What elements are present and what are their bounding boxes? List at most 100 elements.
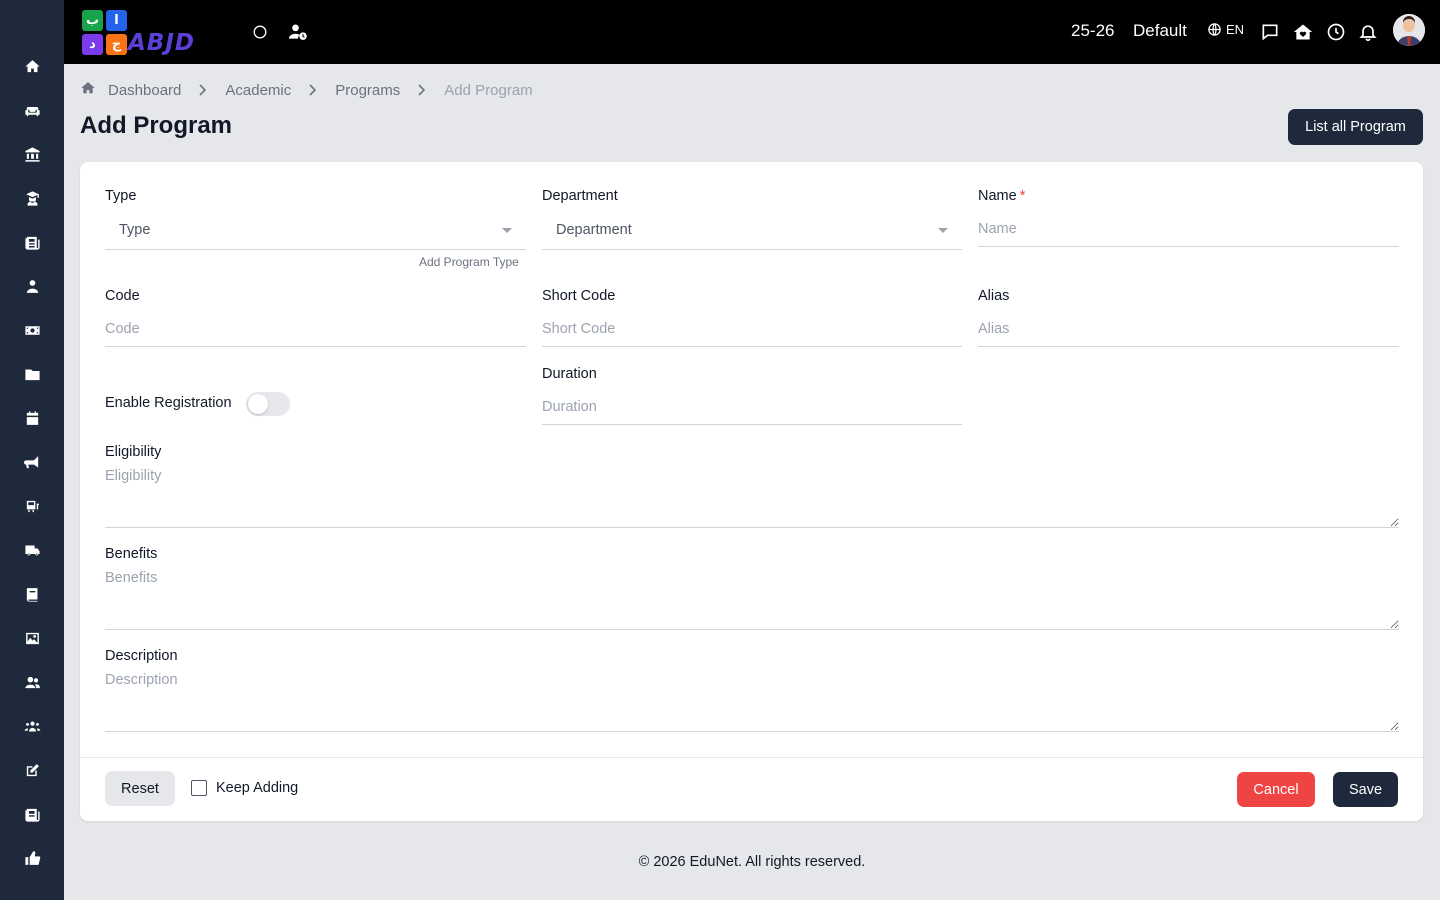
theme-selector[interactable]: Default	[1133, 21, 1187, 41]
language-selector[interactable]: EN	[1207, 22, 1244, 37]
benefits-label: Benefits	[105, 546, 158, 562]
program-form-card: Type Type Add Program Type Department De…	[80, 162, 1423, 821]
page-title: Add Program	[80, 112, 233, 139]
sidebar-item-resources[interactable]	[18, 360, 46, 388]
sidebar-item-calendar[interactable]	[18, 404, 46, 432]
caret-down-icon	[502, 228, 512, 233]
department-select[interactable]: Department	[542, 212, 962, 250]
language-label: EN	[1226, 22, 1245, 37]
sidebar-item-academic[interactable]	[18, 184, 46, 212]
keep-adding-checkbox[interactable]	[191, 780, 207, 796]
cancel-button[interactable]: Cancel	[1237, 772, 1315, 807]
institution-icon	[24, 146, 40, 162]
breadcrumb-current: Add Program	[444, 81, 533, 99]
type-select-value: Type	[119, 222, 151, 238]
edit-icon	[26, 763, 39, 776]
divider	[80, 757, 1423, 758]
short-code-input[interactable]	[542, 311, 962, 347]
keep-adding-label[interactable]: Keep Adding	[216, 780, 298, 796]
sidebar-item-transport[interactable]	[18, 492, 46, 520]
globe-icon	[1208, 23, 1221, 36]
sidebar-item-institution[interactable]	[18, 140, 46, 168]
chat-icon[interactable]	[1258, 20, 1282, 44]
duration-label: Duration	[542, 366, 597, 382]
breadcrumb-home-icon[interactable]	[80, 80, 108, 100]
breadcrumb-academic[interactable]: Academic	[225, 82, 291, 99]
description-label: Description	[105, 648, 178, 664]
footer-copyright: © 2026 EduNet. All rights reserved.	[638, 854, 866, 870]
calendar-icon	[26, 410, 38, 425]
logo-tile: ا	[106, 10, 127, 31]
alias-input[interactable]	[978, 311, 1399, 347]
breadcrumb-dashboard[interactable]: Dashboard	[108, 82, 181, 99]
code-input[interactable]	[105, 311, 526, 347]
benefits-textarea[interactable]	[105, 570, 1399, 630]
enable-registration-toggle[interactable]	[246, 392, 290, 416]
sidebar-item-team[interactable]	[18, 712, 46, 740]
list-all-program-button[interactable]: List all Program	[1288, 109, 1423, 145]
eligibility-textarea[interactable]	[105, 468, 1399, 528]
app-logo[interactable]: ب ا د ج ABJD	[80, 8, 226, 56]
user-icon	[26, 279, 38, 293]
short-code-label: Short Code	[542, 288, 616, 304]
logo-tile: ب	[82, 10, 103, 31]
toggle-knob	[248, 394, 268, 414]
image-icon	[25, 632, 39, 644]
newspaper-icon	[24, 236, 40, 250]
name-input[interactable]	[978, 211, 1399, 247]
truck-icon	[24, 545, 40, 555]
sidebar-item-inventory[interactable]	[18, 536, 46, 564]
sidebar-item-blog[interactable]	[18, 800, 46, 828]
clock-icon[interactable]	[1324, 20, 1348, 44]
status-circle-icon[interactable]	[248, 20, 272, 44]
name-label: Name *	[978, 188, 1025, 204]
eligibility-label: Eligibility	[105, 444, 162, 460]
keep-adding-option: Keep Adding	[191, 780, 298, 796]
sidebar-item-finance[interactable]	[18, 316, 46, 344]
bus-icon	[26, 500, 39, 512]
folder-icon	[24, 369, 40, 380]
sidebar-item-communication[interactable]	[18, 448, 46, 476]
breadcrumb-programs[interactable]: Programs	[335, 82, 400, 99]
sidebar-item-reception[interactable]	[18, 96, 46, 124]
sidebar-item-student[interactable]	[18, 272, 46, 300]
topbar: ب ا د ج ABJD 25-26 Default EN	[64, 0, 1440, 64]
sidebar-item-users[interactable]	[18, 668, 46, 696]
thumbs-up-icon	[24, 850, 40, 865]
sidebar-item-exams[interactable]	[18, 756, 46, 784]
sidebar-item-gallery[interactable]	[18, 624, 46, 652]
session-selector[interactable]: 25-26	[1071, 21, 1114, 41]
sidebar	[0, 0, 64, 900]
caret-down-icon	[938, 228, 948, 233]
home-icon	[24, 59, 40, 72]
description-textarea[interactable]	[105, 672, 1399, 732]
chevron-right-icon	[198, 84, 208, 96]
save-button[interactable]: Save	[1333, 772, 1398, 807]
sidebar-item-home[interactable]	[18, 52, 46, 80]
enable-registration-label: Enable Registration	[105, 395, 232, 411]
sofa-icon	[24, 106, 40, 116]
name-label-text: Name	[978, 188, 1017, 204]
reset-button[interactable]: Reset	[105, 771, 175, 806]
user-clock-icon[interactable]	[286, 20, 310, 44]
type-label: Type	[105, 188, 137, 204]
sidebar-item-library[interactable]	[18, 580, 46, 608]
home-heart-icon[interactable]	[1291, 20, 1315, 44]
add-program-type-link[interactable]: Add Program Type	[419, 255, 519, 269]
avatar[interactable]	[1393, 14, 1425, 46]
megaphone-icon	[23, 455, 38, 468]
group-icon	[24, 721, 40, 731]
book-icon	[26, 587, 37, 602]
chevron-right-icon	[417, 84, 427, 96]
logo-tile: د	[82, 34, 103, 55]
logo-word: ABJD	[128, 30, 195, 56]
bell-icon[interactable]	[1356, 20, 1380, 44]
breadcrumb: Dashboard Academic Programs Add Program	[80, 80, 533, 100]
duration-input[interactable]	[542, 389, 962, 425]
logo-tile: ج	[106, 34, 127, 55]
sidebar-item-feedback[interactable]	[18, 844, 46, 872]
sidebar-item-news[interactable]	[18, 228, 46, 256]
graduate-icon	[25, 190, 39, 206]
department-select-value: Department	[556, 222, 632, 238]
type-select[interactable]: Type	[105, 212, 526, 250]
